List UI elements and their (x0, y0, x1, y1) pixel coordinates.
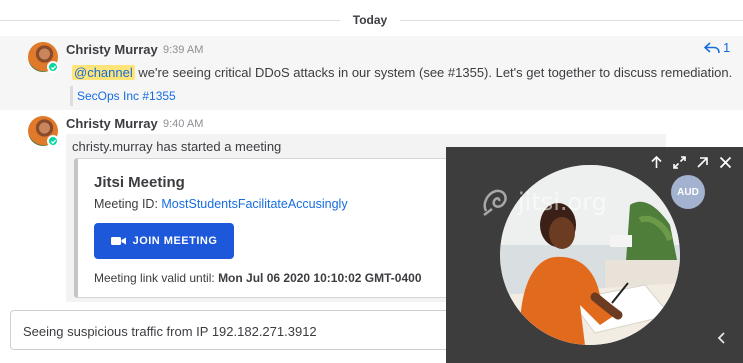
expand-icon[interactable] (672, 155, 687, 170)
channel-mention[interactable]: @channel (72, 65, 135, 80)
post-message-text: christy.murray has started a meeting (72, 139, 282, 154)
post-time[interactable]: 9:40 AM (163, 118, 203, 130)
meeting-id-link[interactable]: MostStudentsFacilitateAccusingly (161, 197, 347, 211)
reply-count-button[interactable]: 1 (704, 40, 730, 55)
valid-until-label: Meeting link valid until: (94, 271, 219, 285)
video-camera-icon (110, 237, 126, 245)
online-status-icon (47, 61, 59, 73)
card-title: Jitsi Meeting (94, 174, 185, 191)
post-message: @channel we're seeing critical DDoS atta… (72, 65, 732, 80)
close-icon[interactable] (718, 155, 733, 170)
online-status-icon (47, 135, 59, 147)
valid-until-value: Mon Jul 06 2020 10:10:02 GMT-0400 (218, 271, 422, 285)
join-meeting-label: JOIN MEETING (132, 235, 218, 247)
reply-arrow-icon (704, 41, 720, 53)
separator-line (400, 20, 743, 21)
chevron-left-icon[interactable] (716, 331, 728, 345)
meeting-valid-until: Meeting link valid until: Mon Jul 06 202… (94, 271, 422, 285)
jitsi-meeting-card: Jitsi Meeting Meeting ID: MostStudentsFa… (74, 158, 474, 298)
reply-count-label: 1 (723, 40, 731, 55)
date-separator: Today (0, 10, 743, 30)
separator-line (0, 20, 340, 21)
post-time[interactable]: 9:39 AM (163, 44, 203, 56)
channel-link[interactable]: SecOps Inc #1355 (70, 86, 176, 106)
jitsi-watermark: jitsi.org (478, 185, 607, 219)
message-input[interactable] (23, 321, 443, 341)
external-open-icon[interactable] (695, 155, 710, 170)
join-meeting-button[interactable]: JOIN MEETING (94, 223, 234, 259)
meeting-id-label: Meeting ID: (94, 197, 162, 211)
date-separator-label: Today (352, 13, 388, 27)
post-username[interactable]: Christy Murray (66, 116, 158, 131)
arrow-up-icon[interactable] (649, 155, 664, 170)
jitsi-window-controls (649, 155, 733, 170)
post-username[interactable]: Christy Murray (66, 42, 158, 57)
post-message-text: we're seeing critical DDoS attacks in ou… (134, 65, 733, 80)
jitsi-logo-icon (483, 189, 507, 216)
message-composer[interactable] (10, 310, 470, 350)
jitsi-watermark-text: jitsi.org (518, 188, 607, 216)
meeting-id: Meeting ID: MostStudentsFacilitateAccusi… (94, 197, 348, 211)
audio-participant-badge[interactable]: AUD (671, 175, 705, 209)
jitsi-video-window[interactable]: jitsi.org AUD (446, 147, 743, 363)
